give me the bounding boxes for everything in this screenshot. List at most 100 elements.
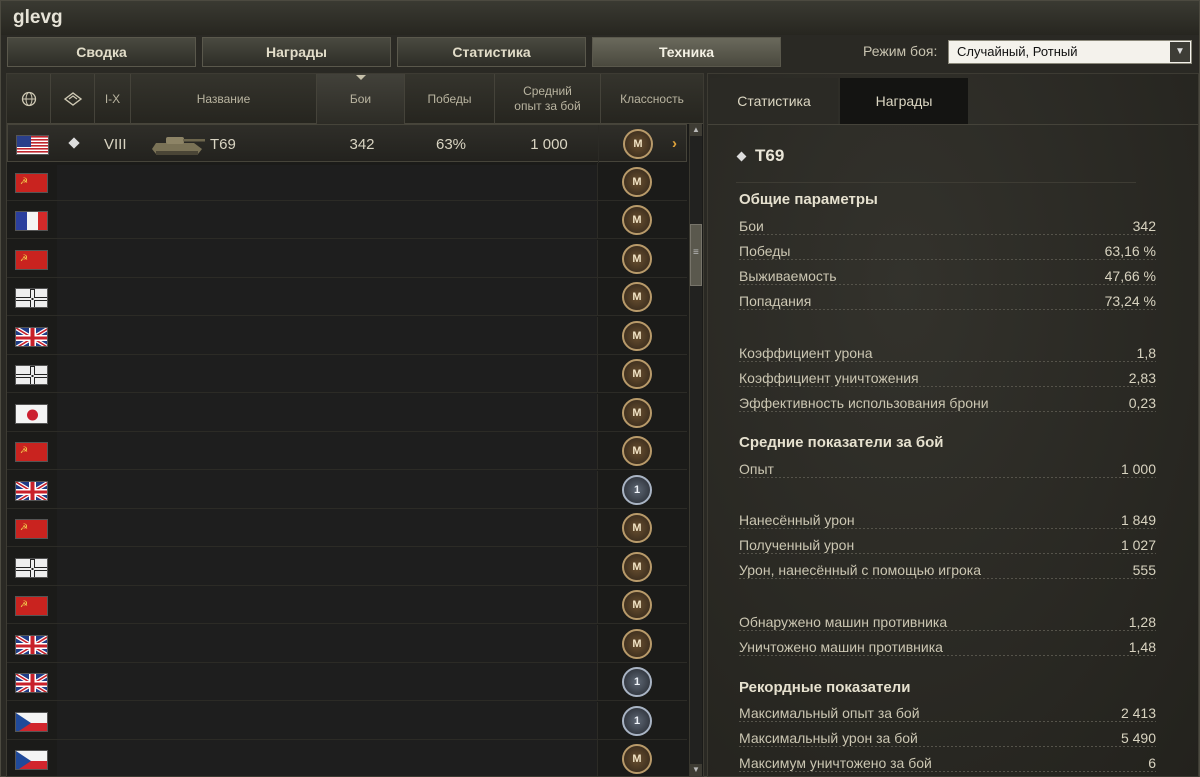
stat-label: Эффективность использования брони bbox=[739, 395, 989, 411]
stat-label: Максимальный опыт за бой bbox=[739, 705, 920, 721]
table-row[interactable]: M bbox=[7, 278, 687, 316]
table-row[interactable]: M bbox=[7, 355, 687, 393]
mastery-first-class-icon: 1 bbox=[622, 705, 652, 736]
column-mastery[interactable]: Классность bbox=[601, 74, 703, 124]
mastery-master-icon: M bbox=[622, 513, 652, 543]
stat-value: 1,48 bbox=[1128, 639, 1156, 655]
column-battles[interactable]: Бои bbox=[317, 74, 405, 124]
column-nation[interactable] bbox=[7, 74, 51, 124]
vehicle-details-panel: Статистика Награды T69 Общие параметры Б… bbox=[707, 73, 1199, 777]
table-row[interactable]: M bbox=[7, 316, 687, 355]
vehicle-name: T69 bbox=[755, 146, 785, 165]
mastery-cell: M bbox=[597, 278, 669, 316]
stat-value: 47,66 % bbox=[1104, 268, 1156, 284]
section-average: Средние показатели за бой bbox=[739, 434, 944, 451]
mastery-master-icon: M bbox=[622, 436, 652, 466]
window-title: glevg bbox=[13, 7, 63, 28]
scroll-up-icon[interactable]: ▲ bbox=[690, 124, 702, 136]
tab-details-awards[interactable]: Награды bbox=[840, 78, 968, 124]
stat-label: Полученный урон bbox=[739, 537, 855, 553]
mastery-first-class-icon: 1 bbox=[622, 474, 652, 505]
mastery-cell: M bbox=[597, 393, 669, 432]
stat-destroyed: Уничтожено машин противника 1,48 bbox=[739, 639, 1156, 659]
table-row[interactable]: ☭ M bbox=[7, 239, 687, 278]
mastery-master-icon: M bbox=[622, 282, 652, 312]
section-records: Рекордные показатели bbox=[739, 679, 911, 696]
mastery-master-icon: M bbox=[622, 166, 652, 197]
table-row[interactable]: 1 bbox=[7, 470, 687, 509]
stat-armor-efficiency: Эффективность использования брони 0,23 bbox=[739, 395, 1156, 415]
tab-vehicles[interactable]: Техника bbox=[592, 37, 781, 67]
table-row[interactable]: M bbox=[7, 624, 687, 663]
stat-value: 5 490 bbox=[1120, 730, 1156, 746]
mastery-cell: M bbox=[597, 432, 669, 470]
column-name[interactable]: Название bbox=[131, 74, 317, 124]
table-row[interactable]: M bbox=[7, 547, 687, 586]
mastery-cell: M bbox=[597, 740, 669, 776]
stat-label: Коэффициент урона bbox=[739, 345, 873, 361]
details-tab-divider bbox=[708, 124, 1198, 125]
mastery-cell: M bbox=[597, 355, 669, 393]
vehicle-list-scrollbar[interactable]: ▲ ▼ bbox=[689, 124, 702, 776]
vehicle-title: T69 bbox=[736, 146, 785, 166]
table-row-selected[interactable]: VIII T69 342 63% 1 000 › M bbox=[7, 124, 687, 163]
table-row[interactable]: ☭ M bbox=[7, 586, 687, 624]
vehicle-rows: VIII T69 342 63% 1 000 › M ☭ M M ☭ M M M M M ☭ M 1 ☭ M M ☭ M M 1 1… bbox=[7, 124, 687, 776]
stat-max-damage: Максимальный урон за бой 5 490 bbox=[739, 730, 1156, 750]
mastery-cell: M bbox=[597, 624, 669, 663]
tab-summary[interactable]: Сводка bbox=[7, 37, 196, 67]
table-row[interactable]: ☭ M bbox=[7, 432, 687, 470]
table-header: I-X Название Бои Победы Средний опыт за … bbox=[7, 74, 703, 124]
premium-icon bbox=[68, 137, 80, 149]
table-row[interactable]: 1 bbox=[7, 663, 687, 701]
scroll-thumb[interactable] bbox=[690, 224, 702, 286]
sort-arrow-icon bbox=[355, 75, 366, 80]
tab-statistics[interactable]: Статистика bbox=[397, 37, 586, 67]
mastery-master-icon: M bbox=[622, 205, 652, 235]
stat-damage-assisted: Урон, нанесённый с помощью игрока 555 bbox=[739, 562, 1156, 582]
tab-awards[interactable]: Награды bbox=[202, 37, 391, 67]
flag-ussr-icon: ☭ bbox=[15, 442, 48, 462]
stat-label: Уничтожено машин противника bbox=[739, 639, 943, 655]
premium-icon bbox=[736, 151, 747, 162]
scroll-down-icon[interactable]: ▼ bbox=[690, 764, 702, 776]
table-row[interactable]: ☭ M bbox=[7, 509, 687, 547]
column-battles-label: Бои bbox=[349, 91, 372, 106]
mastery-master-icon: M bbox=[622, 320, 652, 351]
column-tier[interactable]: I-X bbox=[95, 74, 131, 124]
battle-mode-select[interactable]: Случайный, Ротный ▼ bbox=[948, 40, 1192, 64]
column-avg-xp[interactable]: Средний опыт за бой bbox=[495, 74, 601, 124]
stat-value: 1,28 bbox=[1128, 614, 1156, 630]
stat-value: 6 bbox=[1148, 755, 1156, 771]
flag-japan-icon bbox=[15, 403, 48, 424]
mastery-cell: M bbox=[597, 239, 669, 278]
mastery-cell: M bbox=[598, 125, 670, 163]
stat-damage-ratio: Коэффициент урона 1,8 bbox=[739, 345, 1156, 365]
stat-hits: Попадания 73,24 % bbox=[739, 293, 1156, 313]
stat-max-kills: Максимум уничтожено за бой 6 bbox=[739, 755, 1156, 775]
mastery-cell: 1 bbox=[597, 701, 669, 740]
stat-value: 1,8 bbox=[1136, 345, 1156, 361]
column-wins[interactable]: Победы bbox=[405, 74, 495, 124]
stat-label: Урон, нанесённый с помощью игрока bbox=[739, 562, 981, 578]
chevron-down-icon[interactable]: ▼ bbox=[1170, 42, 1190, 62]
flag-germany-icon bbox=[15, 288, 48, 308]
mastery-cell: 1 bbox=[597, 470, 669, 509]
table-row[interactable]: 1 bbox=[7, 701, 687, 740]
stat-label: Победы bbox=[739, 243, 791, 259]
column-type[interactable] bbox=[51, 74, 95, 124]
table-row[interactable]: M bbox=[7, 740, 687, 776]
table-row[interactable]: M bbox=[7, 393, 687, 432]
tab-details-statistics[interactable]: Статистика bbox=[710, 78, 838, 124]
flag-czech-icon bbox=[15, 750, 48, 770]
mastery-master-icon: M bbox=[622, 628, 652, 659]
stat-label: Выживаемость bbox=[739, 268, 837, 284]
table-row[interactable]: M bbox=[7, 201, 687, 239]
stat-value: 1 849 bbox=[1120, 512, 1156, 528]
table-row[interactable]: ☭ M bbox=[7, 162, 687, 201]
flag-ussr-icon: ☭ bbox=[15, 596, 48, 616]
flag-uk-icon bbox=[15, 326, 48, 347]
stat-value: 555 bbox=[1132, 562, 1156, 578]
mastery-master-icon: M bbox=[622, 397, 652, 428]
flag-germany-icon bbox=[15, 557, 48, 578]
